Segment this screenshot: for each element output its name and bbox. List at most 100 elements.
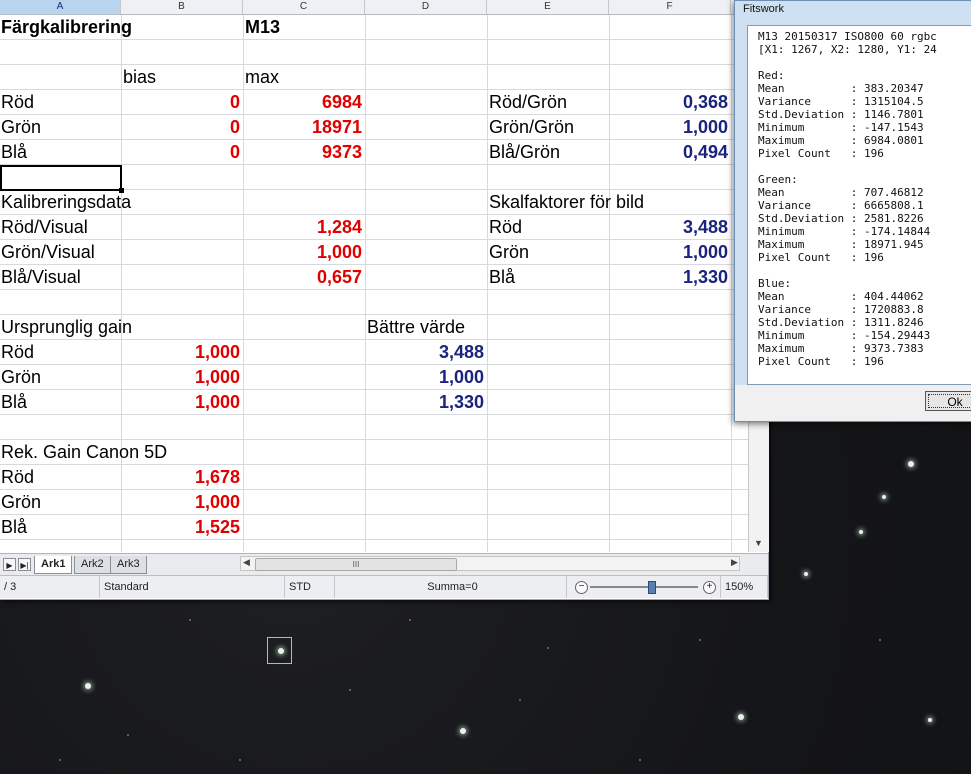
column-header-c[interactable]: C — [243, 0, 365, 14]
fitswork-dialog: Fitswork M13 20150317 ISO800 60 rgbc [X1… — [734, 0, 971, 422]
star — [928, 718, 932, 722]
cell-kalib-value[interactable]: 0,657 — [243, 265, 365, 289]
cell-better-header[interactable]: Bättre värde — [366, 315, 466, 339]
stat-value: 383.20347 — [863, 82, 924, 95]
cell-label[interactable]: Röd/Visual — [0, 215, 89, 239]
cell-title[interactable]: Färgkalibrering — [0, 15, 133, 39]
star — [639, 759, 641, 761]
cell-ratio-label[interactable]: Grön/Grön — [488, 115, 575, 139]
column-header-b[interactable]: B — [121, 0, 243, 14]
cell-label[interactable]: Röd — [0, 340, 35, 364]
horizontal-scrollbar[interactable]: ◀ III ▶ — [240, 556, 740, 571]
stat-value: 1315104.5 — [863, 95, 924, 108]
cell-gain-header[interactable]: Ursprunglig gain — [0, 315, 133, 339]
cell-gain[interactable]: 1,000 — [121, 340, 243, 364]
cell-bias[interactable]: 0 — [121, 115, 243, 139]
status-zoom[interactable]: 150% — [720, 576, 768, 598]
scroll-right-icon[interactable]: ▶ — [731, 557, 738, 568]
stat-value: 1146.7801 — [863, 108, 924, 121]
cell-label[interactable]: Blå — [0, 515, 28, 539]
statistics-text: M13 20150317 ISO800 60 rgbc [X1: 1267, X… — [747, 25, 971, 385]
cell-rek-value[interactable]: 1,000 — [121, 490, 243, 514]
cell-bias[interactable]: 0 — [121, 90, 243, 114]
cell-max[interactable]: 9373 — [243, 140, 365, 164]
cell-label[interactable]: Blå — [0, 140, 28, 164]
zoom-slider[interactable] — [590, 586, 698, 588]
column-headers: A B C D E F — [0, 0, 748, 15]
cell-kalib-header[interactable]: Kalibreringsdata — [0, 190, 132, 214]
star — [349, 689, 351, 691]
cell-ratio[interactable]: 1,000 — [609, 115, 731, 139]
cell-label[interactable]: Grön/Visual — [0, 240, 96, 264]
cell-kalib-value[interactable]: 1,284 — [243, 215, 365, 239]
cell-better[interactable]: 1,000 — [365, 365, 487, 389]
cell-better[interactable]: 1,330 — [365, 390, 487, 414]
cell-object[interactable]: M13 — [244, 15, 281, 39]
column-header-d[interactable]: D — [365, 0, 487, 14]
stat-label: Maximum : — [758, 134, 864, 147]
selection-marker[interactable] — [267, 637, 292, 664]
scroll-thumb[interactable]: III — [255, 558, 457, 571]
status-style[interactable]: Standard — [100, 576, 285, 598]
stat-label: Minimum : — [758, 225, 864, 238]
cell-label[interactable]: Grön — [0, 490, 42, 514]
stat-value: 9373.7383 — [863, 342, 924, 355]
cell-label[interactable]: Grön — [0, 365, 42, 389]
cell-label[interactable]: Grön — [0, 115, 42, 139]
cell-ratio-label[interactable]: Blå/Grön — [488, 140, 561, 164]
tab-nav-last-icon[interactable]: ▶| — [18, 558, 31, 571]
cell-skal-label[interactable]: Grön — [488, 240, 530, 264]
status-sum[interactable]: Summa=0 — [335, 576, 567, 598]
zoom-out-icon[interactable]: − — [575, 581, 588, 594]
cell-kalib-value[interactable]: 1,000 — [243, 240, 365, 264]
column-header-f[interactable]: F — [609, 0, 731, 14]
cell-label[interactable]: Blå/Visual — [0, 265, 82, 289]
cell-max[interactable]: 6984 — [243, 90, 365, 114]
active-cell-cursor[interactable] — [0, 165, 124, 193]
star — [409, 619, 411, 621]
cell-gain[interactable]: 1,000 — [121, 390, 243, 414]
cell-skal-label[interactable]: Blå — [488, 265, 516, 289]
cell-label[interactable]: Röd — [0, 465, 35, 489]
cell-bias-header[interactable]: bias — [122, 65, 157, 89]
cell-label[interactable]: Röd — [0, 90, 35, 114]
cell-rek-header[interactable]: Rek. Gain Canon 5D — [0, 440, 168, 464]
column-header-e[interactable]: E — [487, 0, 609, 14]
stat-label: Std.Deviation : — [758, 316, 864, 329]
scroll-down-icon[interactable]: ▼ — [754, 538, 763, 548]
cell-ratio[interactable]: 0,494 — [609, 140, 731, 164]
stat-label: Variance : — [758, 303, 864, 316]
tab-ark1[interactable]: Ark1 — [34, 556, 73, 574]
channel-name: Blue: — [758, 277, 792, 290]
cell-better[interactable]: 3,488 — [365, 340, 487, 364]
cell-skal-header[interactable]: Skalfaktorer för bild — [488, 190, 645, 214]
status-mode[interactable]: STD — [285, 576, 335, 598]
cell-bias[interactable]: 0 — [121, 140, 243, 164]
tab-nav-next-icon[interactable]: ▶ — [3, 558, 16, 571]
cell-max[interactable]: 18971 — [243, 115, 365, 139]
cell-skal-value[interactable]: 1,000 — [609, 240, 731, 264]
cell-label[interactable]: Blå — [0, 390, 28, 414]
cell-ratio[interactable]: 0,368 — [609, 90, 731, 114]
tab-ark2[interactable]: Ark2 — [74, 556, 111, 574]
ok-button[interactable]: Ok — [925, 391, 971, 411]
cell-ratio-label[interactable]: Röd/Grön — [488, 90, 568, 114]
cell-skal-value[interactable]: 1,330 — [609, 265, 731, 289]
stats-header-line: [X1: 1267, X2: 1280, Y1: 24 — [758, 43, 937, 56]
stat-value: 18971.945 — [863, 238, 924, 251]
star — [547, 647, 549, 649]
cell-rek-value[interactable]: 1,678 — [121, 465, 243, 489]
zoom-in-icon[interactable]: + — [703, 581, 716, 594]
status-bar: / 3 Standard STD Summa=0 − + 150% — [0, 575, 768, 598]
cell-rek-value[interactable]: 1,525 — [121, 515, 243, 539]
scroll-left-icon[interactable]: ◀ — [243, 557, 250, 568]
channel-name: Green: — [758, 173, 798, 186]
cell-skal-value[interactable]: 3,488 — [609, 215, 731, 239]
cell-max-header[interactable]: max — [244, 65, 280, 89]
column-header-a[interactable]: A — [0, 0, 121, 14]
tab-ark3[interactable]: Ark3 — [110, 556, 147, 574]
cell-skal-label[interactable]: Röd — [488, 215, 523, 239]
cell-gain[interactable]: 1,000 — [121, 365, 243, 389]
cell-grid[interactable]: Färgkalibrering M13 bias max Röd 0 6984 … — [0, 15, 748, 552]
zoom-slider-handle[interactable] — [648, 581, 656, 594]
